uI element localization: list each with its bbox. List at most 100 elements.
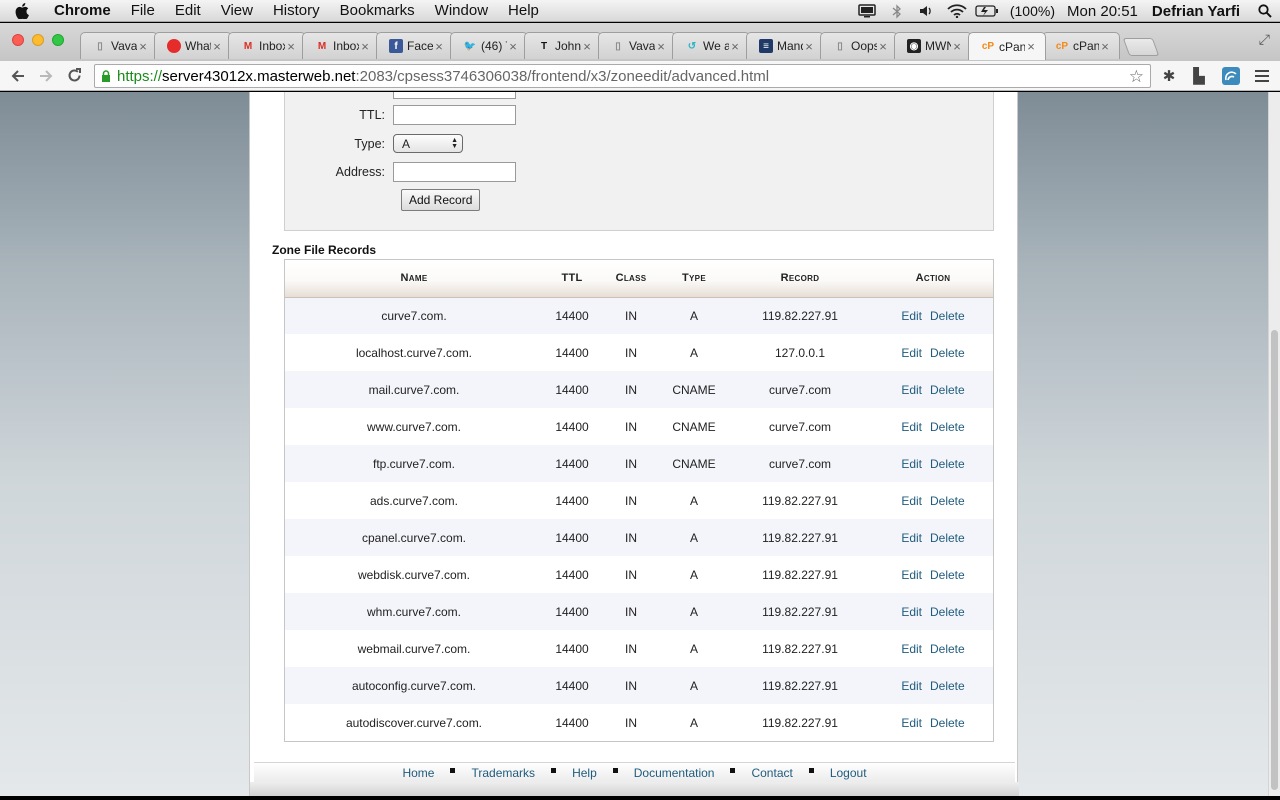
battery-icon[interactable]: [972, 0, 1002, 22]
fullscreen-icon[interactable]: ⤢: [1259, 31, 1270, 48]
column-header-class[interactable]: Class: [601, 260, 661, 298]
extension-bug-icon[interactable]: ✱: [1158, 65, 1180, 87]
tab-close-icon[interactable]: ×: [359, 39, 371, 54]
menu-app-chrome[interactable]: Chrome: [44, 0, 121, 22]
delete-link[interactable]: Delete: [930, 679, 965, 693]
delete-link[interactable]: Delete: [930, 605, 965, 619]
tab-close-icon[interactable]: ×: [951, 39, 963, 54]
edit-link[interactable]: Edit: [901, 309, 922, 323]
type-select[interactable]: A ▲ ▼: [393, 134, 463, 153]
tab-close-icon[interactable]: ×: [803, 39, 815, 54]
delete-link[interactable]: Delete: [930, 494, 965, 508]
menu-bookmarks[interactable]: Bookmarks: [330, 0, 425, 22]
edit-link[interactable]: Edit: [901, 531, 922, 545]
menu-file[interactable]: File: [121, 0, 165, 22]
browser-tab[interactable]: ≡ Mand ×: [746, 32, 824, 59]
extension-tools-icon[interactable]: ▙: [1188, 65, 1210, 87]
delete-link[interactable]: Delete: [930, 309, 965, 323]
edit-link[interactable]: Edit: [901, 679, 922, 693]
name-input-partial[interactable]: [393, 92, 516, 99]
edit-link[interactable]: Edit: [901, 457, 922, 471]
edit-link[interactable]: Edit: [901, 346, 922, 360]
forward-button[interactable]: [32, 63, 60, 89]
browser-tab[interactable]: ↺ We ar ×: [672, 32, 750, 59]
browser-tab[interactable]: ▯ Oops ×: [820, 32, 898, 59]
tab-close-icon[interactable]: ×: [137, 39, 149, 54]
menu-edit[interactable]: Edit: [165, 0, 211, 22]
browser-tab[interactable]: cP cPane ×: [968, 32, 1046, 60]
tab-close-icon[interactable]: ×: [211, 39, 223, 54]
window-zoom-button[interactable]: [52, 34, 64, 46]
delete-link[interactable]: Delete: [930, 642, 965, 656]
bookmark-star-icon[interactable]: ☆: [1129, 67, 1144, 87]
browser-tab[interactable]: M Inbox ×: [228, 32, 306, 59]
browser-tab[interactable]: f Faceb ×: [376, 32, 454, 59]
spotlight-search-icon[interactable]: [1250, 0, 1280, 22]
delete-link[interactable]: Delete: [930, 716, 965, 730]
browser-tab[interactable]: ▯ Vava ×: [598, 32, 676, 59]
tab-close-icon[interactable]: ×: [285, 39, 297, 54]
browser-tab[interactable]: What ×: [154, 32, 232, 59]
browser-tab[interactable]: M Inbox ×: [302, 32, 380, 59]
tab-close-icon[interactable]: ×: [581, 39, 593, 54]
footer-link-documentation[interactable]: Documentation: [622, 766, 727, 780]
ttl-input[interactable]: [393, 105, 516, 125]
secure-lock-icon[interactable]: [95, 70, 117, 82]
bluetooth-icon[interactable]: [882, 0, 912, 22]
tab-close-icon[interactable]: ×: [507, 39, 519, 54]
tab-close-icon[interactable]: ×: [655, 39, 667, 54]
footer-link-contact[interactable]: Contact: [739, 766, 804, 780]
footer-link-home[interactable]: Home: [390, 766, 446, 780]
tab-close-icon[interactable]: ×: [1025, 39, 1037, 54]
extension-wave-icon[interactable]: [1220, 65, 1242, 87]
column-header-record[interactable]: Record: [727, 260, 873, 298]
footer-link-logout[interactable]: Logout: [818, 766, 879, 780]
page-scrollbar[interactable]: [1268, 92, 1280, 796]
menu-view[interactable]: View: [211, 0, 263, 22]
tab-close-icon[interactable]: ×: [433, 39, 445, 54]
new-tab-button[interactable]: [1122, 38, 1160, 56]
browser-tab[interactable]: 🐦 (46) T×: [450, 32, 528, 59]
scrollbar-thumb[interactable]: [1271, 330, 1278, 790]
address-input[interactable]: [393, 162, 516, 182]
tab-close-icon[interactable]: ×: [1099, 39, 1111, 54]
column-header-ttl[interactable]: TTL: [543, 260, 601, 298]
footer-link-help[interactable]: Help: [560, 766, 609, 780]
volume-icon[interactable]: [912, 0, 942, 22]
column-header-type[interactable]: Type: [661, 260, 727, 298]
edit-link[interactable]: Edit: [901, 642, 922, 656]
back-button[interactable]: [4, 63, 32, 89]
footer-link-trademarks[interactable]: Trademarks: [459, 766, 547, 780]
browser-tab[interactable]: cP cPane ×: [1042, 32, 1120, 59]
edit-link[interactable]: Edit: [901, 716, 922, 730]
delete-link[interactable]: Delete: [930, 568, 965, 582]
add-record-button[interactable]: Add Record: [401, 189, 481, 211]
address-bar[interactable]: https://server43012x.masterweb.net:2083/…: [94, 64, 1151, 88]
delete-link[interactable]: Delete: [930, 531, 965, 545]
column-header-name[interactable]: Name: [285, 260, 543, 298]
chrome-menu-icon[interactable]: [1251, 65, 1273, 87]
window-close-button[interactable]: [12, 34, 24, 46]
edit-link[interactable]: Edit: [901, 605, 922, 619]
edit-link[interactable]: Edit: [901, 420, 922, 434]
menu-history[interactable]: History: [263, 0, 330, 22]
menu-window[interactable]: Window: [425, 0, 498, 22]
wifi-icon[interactable]: [942, 0, 972, 22]
reload-button[interactable]: [60, 63, 88, 89]
browser-tab[interactable]: ◉ MWN ×: [894, 32, 972, 59]
edit-link[interactable]: Edit: [901, 568, 922, 582]
window-minimize-button[interactable]: [32, 34, 44, 46]
menu-clock[interactable]: Mon 20:51: [1063, 3, 1146, 20]
delete-link[interactable]: Delete: [930, 420, 965, 434]
browser-tab[interactable]: T John ×: [524, 32, 602, 59]
edit-link[interactable]: Edit: [901, 383, 922, 397]
edit-link[interactable]: Edit: [901, 494, 922, 508]
browser-tab[interactable]: ▯ Vava ×: [80, 32, 158, 59]
menu-help[interactable]: Help: [498, 0, 549, 22]
delete-link[interactable]: Delete: [930, 346, 965, 360]
delete-link[interactable]: Delete: [930, 457, 965, 471]
apple-icon[interactable]: [0, 2, 44, 19]
tab-close-icon[interactable]: ×: [877, 39, 889, 54]
tab-close-icon[interactable]: ×: [729, 39, 741, 54]
menu-user-name[interactable]: Defrian Yarfi: [1146, 3, 1250, 20]
